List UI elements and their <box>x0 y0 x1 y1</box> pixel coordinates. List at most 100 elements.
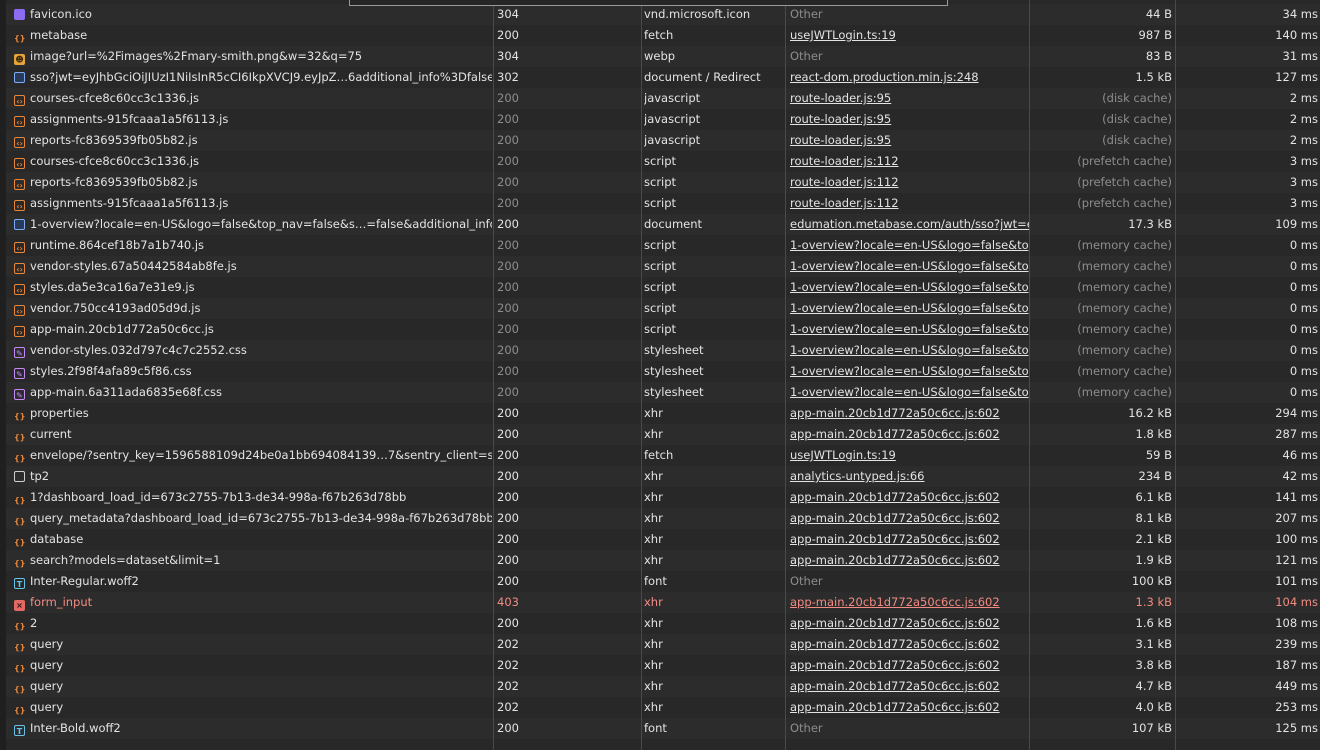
request-initiator[interactable]: app-main.20cb1d772a50c6cc.js:602 <box>790 529 1030 550</box>
request-name-cell[interactable]: sso?jwt=eyJhbGciOiJIUzI1NiIsInR5cCI6IkpX… <box>14 67 492 88</box>
column-divider-size[interactable] <box>1029 0 1030 750</box>
column-divider-status[interactable] <box>493 0 494 750</box>
request-name-cell[interactable]: {} envelope/?sentry_key=1596588109d24be0a… <box>14 445 492 466</box>
initiator-link[interactable]: app-main.20cb1d772a50c6cc.js:602 <box>790 700 1000 714</box>
request-initiator[interactable]: app-main.20cb1d772a50c6cc.js:602 <box>790 634 1030 655</box>
initiator-link[interactable]: app-main.20cb1d772a50c6cc.js:602 <box>790 616 1000 630</box>
request-name-cell[interactable]: tp2 <box>14 466 492 487</box>
request-name-cell[interactable]: {} query_metadata?dashboard_load_id=673c2… <box>14 508 492 529</box>
request-name-cell[interactable]: ‹› courses-cfce8c60cc3c1336.js <box>14 88 492 109</box>
request-initiator[interactable]: route-loader.js:112 <box>790 172 1030 193</box>
request-initiator[interactable]: route-loader.js:112 <box>790 151 1030 172</box>
request-name-cell[interactable]: {} query <box>14 634 492 655</box>
request-name-cell[interactable]: {} properties <box>14 403 492 424</box>
initiator-link[interactable]: route-loader.js:112 <box>790 196 899 210</box>
request-initiator[interactable]: app-main.20cb1d772a50c6cc.js:602 <box>790 424 1030 445</box>
request-row[interactable]: ✎ styles.2f98f4afa89c5f86.css 200 styleshee… <box>6 361 1320 382</box>
column-divider-type[interactable] <box>641 0 642 750</box>
request-row[interactable]: ‹› styles.da5e3ca16a7e31e9.js 200 script 1-o… <box>6 277 1320 298</box>
request-name-cell[interactable]: {} 2 <box>14 613 492 634</box>
request-initiator[interactable]: useJWTLogin.ts:19 <box>790 445 1030 466</box>
initiator-link[interactable]: route-loader.js:112 <box>790 175 899 189</box>
request-row[interactable]: ‹› vendor.750cc4193ad05d9d.js 200 script 1-o… <box>6 298 1320 319</box>
initiator-link[interactable]: 1-overview?locale=en-US&logo=false&top_n <box>790 301 1030 315</box>
request-row[interactable]: {} query 202 xhr app-main.20cb1d772a50c6cc.j… <box>6 676 1320 697</box>
request-row[interactable]: sso?jwt=eyJhbGciOiJIUzI1NiIsInR5cCI6IkpX… <box>6 67 1320 88</box>
request-initiator[interactable]: app-main.20cb1d772a50c6cc.js:602 <box>790 613 1030 634</box>
initiator-link[interactable]: analytics-untyped.js:66 <box>790 469 924 483</box>
request-row[interactable]: {} database 200 xhr app-main.20cb1d772a50c6c… <box>6 529 1320 550</box>
request-name-cell[interactable]: ‹› app-main.20cb1d772a50c6cc.js <box>14 319 492 340</box>
request-row[interactable]: × form_input 403 xhr app-main.20cb1d772a50c6… <box>6 592 1320 613</box>
request-name-cell[interactable]: ✎ vendor-styles.032d797c4c7c2552.css <box>14 340 492 361</box>
initiator-link[interactable]: app-main.20cb1d772a50c6cc.js:602 <box>790 595 1000 609</box>
request-initiator[interactable]: 1-overview?locale=en-US&logo=false&top_n <box>790 361 1030 382</box>
request-row[interactable]: {} metabase 200 fetch useJWTLogin.ts:19 987 B… <box>6 25 1320 46</box>
request-initiator[interactable]: 1-overview?locale=en-US&logo=false&top_n <box>790 319 1030 340</box>
request-row[interactable]: {} query 202 xhr app-main.20cb1d772a50c6cc.j… <box>6 697 1320 718</box>
request-name-cell[interactable]: {} database <box>14 529 492 550</box>
request-row[interactable]: T Inter-Regular.woff2 200 font Other 100 kB 10… <box>6 571 1320 592</box>
initiator-link[interactable]: 1-overview?locale=en-US&logo=false&top_n <box>790 385 1030 399</box>
request-name-cell[interactable]: ☻ image?url=%2Fimages%2Fmary-smith.png&w=… <box>14 46 492 67</box>
request-name-cell[interactable]: favicon.ico <box>14 4 492 25</box>
column-divider-initiator[interactable] <box>785 0 786 750</box>
request-name-cell[interactable]: ‹› vendor-styles.67a50442584ab8fe.js <box>14 256 492 277</box>
request-name-cell[interactable]: ‹› vendor.750cc4193ad05d9d.js <box>14 298 492 319</box>
request-initiator[interactable]: route-loader.js:112 <box>790 193 1030 214</box>
request-initiator[interactable]: useJWTLogin.ts:19 <box>790 25 1030 46</box>
request-name-cell[interactable]: {} 1?dashboard_load_id=673c2755-7b13-de34… <box>14 487 492 508</box>
request-row[interactable]: {} query_metadata?dashboard_load_id=673c2… <box>6 508 1320 529</box>
initiator-link[interactable]: app-main.20cb1d772a50c6cc.js:602 <box>790 658 1000 672</box>
request-row[interactable]: ‹› assignments-915fcaaa1a5f6113.js 200 scri… <box>6 193 1320 214</box>
request-name-cell[interactable]: × form_input <box>14 592 492 613</box>
request-name-cell[interactable]: {} query <box>14 697 492 718</box>
request-initiator[interactable]: app-main.20cb1d772a50c6cc.js:602 <box>790 697 1030 718</box>
request-row[interactable]: ‹› courses-cfce8c60cc3c1336.js 200 javascri… <box>6 88 1320 109</box>
request-row[interactable]: ‹› reports-fc8369539fb05b82.js 200 script ro… <box>6 172 1320 193</box>
request-name-cell[interactable]: T Inter-Regular.woff2 <box>14 571 492 592</box>
initiator-link[interactable]: 1-overview?locale=en-US&logo=false&top_n <box>790 343 1030 357</box>
request-row[interactable]: ‹› app-main.20cb1d772a50c6cc.js 200 script 1… <box>6 319 1320 340</box>
request-row[interactable]: ☻ image?url=%2Fimages%2Fmary-smith.png&w=… <box>6 46 1320 67</box>
initiator-link[interactable]: route-loader.js:95 <box>790 133 891 147</box>
request-initiator[interactable]: app-main.20cb1d772a50c6cc.js:602 <box>790 508 1030 529</box>
request-row[interactable]: 1-overview?locale=en-US&logo=false&top_n… <box>6 214 1320 235</box>
request-initiator[interactable]: 1-overview?locale=en-US&logo=false&top_n <box>790 382 1030 403</box>
initiator-link[interactable]: app-main.20cb1d772a50c6cc.js:602 <box>790 532 1000 546</box>
request-row[interactable]: {} query 202 xhr app-main.20cb1d772a50c6cc.j… <box>6 655 1320 676</box>
request-row[interactable]: {} properties 200 xhr app-main.20cb1d772a50c… <box>6 403 1320 424</box>
request-name-cell[interactable]: ‹› assignments-915fcaaa1a5f6113.js <box>14 109 492 130</box>
request-row[interactable]: {} 2 200 xhr app-main.20cb1d772a50c6cc.js:60… <box>6 613 1320 634</box>
request-name-cell[interactable]: ‹› courses-cfce8c60cc3c1336.js <box>14 151 492 172</box>
request-name-cell[interactable]: ‹› reports-fc8369539fb05b82.js <box>14 130 492 151</box>
initiator-link[interactable]: app-main.20cb1d772a50c6cc.js:602 <box>790 553 1000 567</box>
request-initiator[interactable]: route-loader.js:95 <box>790 130 1030 151</box>
request-initiator[interactable]: 1-overview?locale=en-US&logo=false&top_n <box>790 277 1030 298</box>
initiator-link[interactable]: app-main.20cb1d772a50c6cc.js:602 <box>790 490 1000 504</box>
request-row[interactable]: ‹› reports-fc8369539fb05b82.js 200 javascri… <box>6 130 1320 151</box>
initiator-link[interactable]: route-loader.js:95 <box>790 91 891 105</box>
request-initiator[interactable]: 1-overview?locale=en-US&logo=false&top_n <box>790 340 1030 361</box>
request-initiator[interactable]: app-main.20cb1d772a50c6cc.js:602 <box>790 403 1030 424</box>
request-name-cell[interactable]: ✎ app-main.6a311ada6835e68f.css <box>14 382 492 403</box>
request-row[interactable]: T Inter-Bold.woff2 200 font Other 107 kB 125 m… <box>6 718 1320 739</box>
initiator-link[interactable]: route-loader.js:112 <box>790 154 899 168</box>
request-initiator[interactable]: react-dom.production.min.js:248 <box>790 67 1030 88</box>
initiator-link[interactable]: edumation.metabase.com/auth/sso?jwt=eyJh <box>790 217 1030 231</box>
request-initiator[interactable]: 1-overview?locale=en-US&logo=false&top_n <box>790 298 1030 319</box>
request-name-cell[interactable]: {} current <box>14 424 492 445</box>
request-name-cell[interactable]: {} query <box>14 655 492 676</box>
initiator-link[interactable]: 1-overview?locale=en-US&logo=false&top_n <box>790 238 1030 252</box>
request-name-cell[interactable]: {} metabase <box>14 25 492 46</box>
initiator-link[interactable]: useJWTLogin.ts:19 <box>790 28 896 42</box>
initiator-link[interactable]: useJWTLogin.ts:19 <box>790 448 896 462</box>
request-name-cell[interactable]: 1-overview?locale=en-US&logo=false&top_n… <box>14 214 492 235</box>
request-initiator[interactable]: route-loader.js:95 <box>790 88 1030 109</box>
request-initiator[interactable]: app-main.20cb1d772a50c6cc.js:602 <box>790 487 1030 508</box>
request-name-cell[interactable]: {} search?models=dataset&limit=1 <box>14 550 492 571</box>
request-initiator[interactable]: app-main.20cb1d772a50c6cc.js:602 <box>790 655 1030 676</box>
request-initiator[interactable]: edumation.metabase.com/auth/sso?jwt=eyJh <box>790 214 1030 235</box>
request-row[interactable]: favicon.ico 304 vnd.microsoft.icon Other 44 … <box>6 4 1320 25</box>
request-initiator[interactable]: 1-overview?locale=en-US&logo=false&top_n <box>790 256 1030 277</box>
